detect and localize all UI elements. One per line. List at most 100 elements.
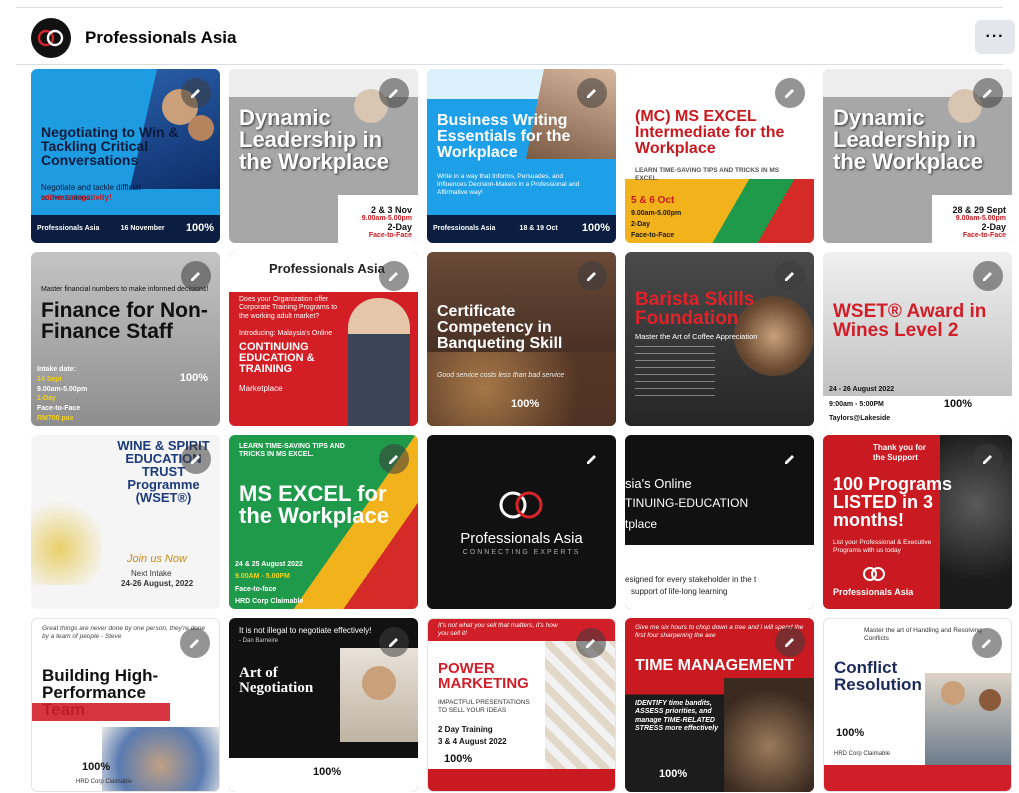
edit-pencil-button[interactable]	[576, 628, 606, 658]
edit-pencil-button[interactable]	[379, 78, 409, 108]
edit-pencil-button[interactable]	[181, 261, 211, 291]
post-tile-wset-programme[interactable]: WINE & SPIRIT EDUCATION TRUST Programme …	[31, 435, 220, 609]
pencil-icon	[982, 639, 991, 648]
post-tile-dynamic-leadership-sept[interactable]: Dynamic Leadership in the Workplace 28 &…	[823, 69, 1012, 243]
edit-pencil-button[interactable]	[775, 627, 805, 657]
tile-subtitle: Master financial numbers to make informe…	[41, 286, 209, 293]
pencil-icon	[587, 89, 596, 98]
edit-pencil-button[interactable]	[379, 627, 409, 657]
tile-price: RM700 pax	[37, 414, 74, 422]
edit-pencil-button[interactable]	[379, 261, 409, 291]
edit-pencil-button[interactable]	[577, 444, 607, 474]
pencil-icon	[389, 89, 398, 98]
tile-intake-date: 24-26 August, 2022	[121, 579, 194, 588]
tile-date: 18 & 19 Oct	[519, 224, 558, 232]
post-tile-ms-excel[interactable]: LEARN TIME-SAVING TIPS AND TRICKS IN MS …	[229, 435, 418, 609]
tile-title: Dynamic Leadership in the Workplace	[833, 105, 983, 174]
tile-subtitle: Master the Art of Coffee Appreciation	[635, 332, 758, 341]
edit-pencil-button[interactable]	[577, 261, 607, 291]
page-name[interactable]: Professionals Asia	[85, 28, 237, 48]
tile-days: 1-Day	[37, 395, 57, 403]
edit-pencil-button[interactable]	[973, 444, 1003, 474]
post-tile-team-building[interactable]: Great things are never done by one perso…	[31, 618, 220, 792]
tile-subtitle: CONNECTING EXPERTS	[462, 549, 581, 556]
post-tile-online-marketplace[interactable]: sia's Online TINUING-EDUCATION tplace es…	[625, 435, 814, 609]
tile-title: WSET® Award in Wines Level 2	[833, 301, 987, 341]
post-tile-time-management[interactable]: Give me six hours to chop down a tree an…	[625, 618, 814, 792]
tile-intake-label: Next Intake	[131, 569, 172, 578]
tile-mode: Face-to-Face	[368, 232, 412, 239]
tile-percent: 100%	[836, 727, 865, 739]
tile-footer-text: HRD Corp Claimable	[235, 597, 304, 605]
tile-percent: 100%	[659, 768, 688, 780]
edit-pencil-button[interactable]	[577, 78, 607, 108]
tile-percent: 100%	[444, 753, 473, 765]
tile-days: 2-Day	[631, 221, 651, 228]
post-tile-ms-excel-intermediate[interactable]: (MC) MS EXCEL Intermediate for the Workp…	[625, 69, 814, 243]
tile-footer-text: HRD Corp Claimable	[76, 779, 133, 785]
tile-time: 9.00AM - 5.00PM	[235, 573, 290, 581]
post-tile-wset-award[interactable]: WSET® Award in Wines Level 2 24 - 26 Aug…	[823, 252, 1012, 426]
tile-title: Certificate Competency in Banqueting Ski…	[437, 303, 563, 352]
tile-location: Taylors@Lakeside	[829, 415, 891, 422]
edit-pencil-button[interactable]	[973, 78, 1003, 108]
tile-date: 5 & 6 Oct	[631, 195, 675, 206]
post-tile-finance[interactable]: Master financial numbers to make informe…	[31, 252, 220, 426]
more-options-button[interactable]: ···	[975, 20, 1015, 54]
post-tile-continuing-education[interactable]: Professionals Asia Does your Organizatio…	[229, 252, 418, 426]
tile-date: 28 & 29 Sept	[952, 205, 1006, 215]
edit-pencil-button[interactable]	[972, 628, 1002, 658]
pencil-icon	[785, 638, 794, 647]
post-tile-business-writing[interactable]: Business Writing Essentials for the Work…	[427, 69, 616, 243]
pencil-icon	[983, 455, 992, 464]
tile-brand: Professionals Asia	[433, 224, 496, 232]
tile-date: 14 Sept	[37, 375, 62, 383]
pencil-icon	[191, 272, 200, 281]
tile-date: 24 - 26 August 2022	[829, 386, 895, 393]
edit-pencil-button[interactable]	[181, 444, 211, 474]
tile-footer-text: HRD Corp Claimable	[834, 751, 891, 757]
post-tile-negotiating[interactable]: Negotiating to Win & Tackling Critical C…	[31, 69, 220, 243]
post-tile-barista[interactable]: Barista Skills Foundation Master the Art…	[625, 252, 814, 426]
pencil-icon	[389, 455, 398, 464]
tile-title: sia's Online	[625, 476, 692, 491]
tile-subtitle-line2: support of life-long learning	[631, 587, 728, 596]
edit-pencil-button[interactable]	[973, 261, 1003, 291]
tile-time: 9:00am - 5:00PM	[829, 400, 884, 408]
post-tile-dynamic-leadership-nov[interactable]: Dynamic Leadership in the Workplace 2 & …	[229, 69, 418, 243]
tile-title: Business Writing Essentials for the Work…	[437, 112, 571, 161]
edit-pencil-button[interactable]	[379, 444, 409, 474]
brand-logo-icon	[499, 491, 543, 519]
edit-pencil-button[interactable]	[775, 78, 805, 108]
post-tile-brand-logo[interactable]: Professionals Asia CONNECTING EXPERTS	[427, 435, 616, 609]
tile-title-secondary: TINUING-EDUCATION	[625, 496, 749, 510]
pencil-icon	[587, 455, 596, 464]
tile-time: 9.00am-5.00pm	[955, 215, 1006, 222]
tile-percent: 100%	[943, 398, 972, 410]
tile-percent: 100%	[185, 222, 214, 234]
tile-subtitle: Does your Organization offer Corporate T…	[239, 296, 338, 320]
edit-pencil-button[interactable]	[180, 628, 210, 658]
page-frame: Professionals Asia ··· Negotiating to Wi…	[0, 0, 1019, 793]
post-tile-power-marketing[interactable]: It's not what you sell that matters, it'…	[427, 618, 616, 792]
tile-subtitle: LEARN TIME-SAVING TIPS AND TRICKS IN MS …	[635, 167, 780, 182]
edit-pencil-button[interactable]	[181, 78, 211, 108]
tile-title: (MC) MS EXCEL Intermediate for the Workp…	[635, 108, 785, 157]
tile-subtitle-intro: Introducing: Malaysia's Online	[239, 330, 333, 337]
header-divider	[16, 64, 1003, 65]
tile-days: 2-Day	[387, 222, 412, 232]
tile-title: Art of Negotiation	[239, 665, 314, 696]
photo-grid: Negotiating to Win & Tackling Critical C…	[31, 69, 1012, 792]
edit-pencil-button[interactable]	[775, 261, 805, 291]
pencil-icon	[785, 455, 794, 464]
profile-avatar[interactable]	[31, 18, 71, 58]
tile-title: TIME MANAGEMENT	[635, 657, 795, 674]
tile-percent: 100%	[511, 398, 540, 410]
tile-title: Barista Skills Foundation	[635, 289, 755, 329]
post-tile-conflict-resolution[interactable]: Master the art of Handling and Resolving…	[823, 618, 1012, 792]
post-tile-banqueting[interactable]: Certificate Competency in Banqueting Ski…	[427, 252, 616, 426]
edit-pencil-button[interactable]	[775, 444, 805, 474]
post-tile-100-programs[interactable]: Thank you for the Support 100 Programs L…	[823, 435, 1012, 609]
tile-title: POWER MARKETING	[438, 660, 529, 692]
post-tile-negotiation[interactable]: It is not illegal to negotiate effective…	[229, 618, 418, 792]
